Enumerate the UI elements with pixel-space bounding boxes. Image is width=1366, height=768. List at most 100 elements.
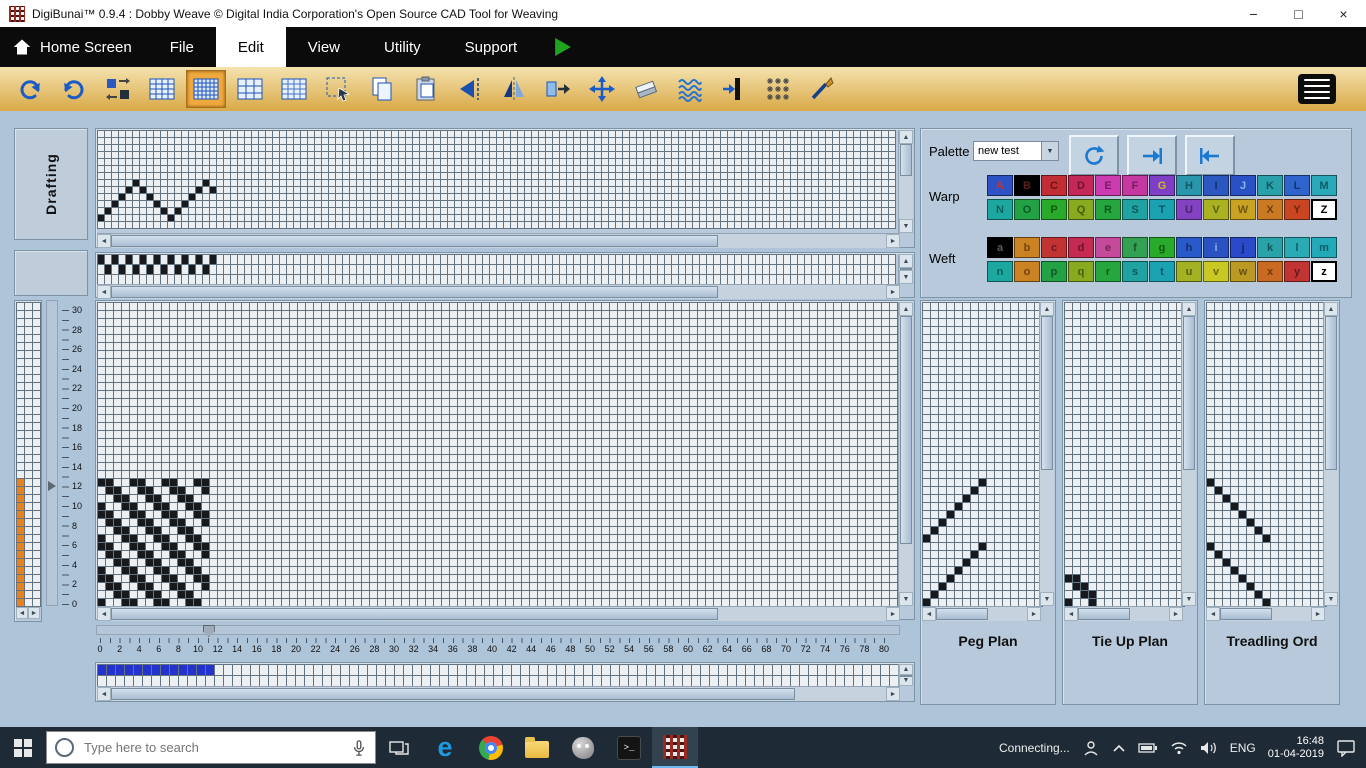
warp-swatch-T[interactable]: T bbox=[1149, 199, 1175, 220]
palette-preset-select[interactable]: new test ▼ bbox=[973, 141, 1059, 161]
image-editor-taskbar-icon[interactable] bbox=[560, 727, 606, 768]
scrollbar-thumb[interactable] bbox=[1183, 316, 1195, 470]
weft-swatch-a[interactable]: a bbox=[987, 237, 1013, 258]
combo-arrow-icon[interactable]: ▼ bbox=[1041, 142, 1058, 160]
scrollbar-track[interactable] bbox=[1220, 607, 1311, 621]
warp-swatch-U[interactable]: U bbox=[1176, 199, 1202, 220]
scrollbar-track[interactable] bbox=[111, 234, 886, 248]
treadling-grid[interactable] bbox=[1206, 302, 1327, 607]
scroll-left-button[interactable]: ◄ bbox=[1206, 607, 1220, 621]
warp-swatch-A[interactable]: A bbox=[987, 175, 1013, 196]
warp-swatch-J[interactable]: J bbox=[1230, 175, 1256, 196]
scroll-down-button[interactable]: ▼ bbox=[1324, 592, 1338, 606]
start-button[interactable] bbox=[0, 727, 46, 768]
weft-swatch-g[interactable]: g bbox=[1149, 237, 1175, 258]
scroll-right-button[interactable]: ► bbox=[886, 607, 900, 621]
scrollbar-thumb[interactable] bbox=[111, 286, 718, 298]
warp-swatch-K[interactable]: K bbox=[1257, 175, 1283, 196]
weft-swatch-s[interactable]: s bbox=[1122, 261, 1148, 282]
shift-right-button[interactable] bbox=[1127, 135, 1177, 176]
menu-item-edit[interactable]: Edit bbox=[216, 27, 286, 67]
warp-swatch-G[interactable]: G bbox=[1149, 175, 1175, 196]
select-area-button[interactable] bbox=[318, 70, 358, 108]
scrollbar-thumb[interactable] bbox=[900, 675, 912, 677]
chrome-taskbar-icon[interactable] bbox=[468, 727, 514, 768]
menu-item-utility[interactable]: Utility bbox=[362, 27, 443, 67]
shift-left-button[interactable] bbox=[1185, 135, 1235, 176]
menu-item-home-screen[interactable]: Home Screen bbox=[0, 27, 148, 67]
scrollbar-track[interactable] bbox=[936, 607, 1027, 621]
warp-swatch-P[interactable]: P bbox=[1041, 199, 1067, 220]
weft-swatch-u[interactable]: u bbox=[1176, 261, 1202, 282]
scrollbar-track[interactable] bbox=[899, 316, 913, 592]
graph-view-3-button[interactable] bbox=[230, 70, 270, 108]
task-view-button[interactable] bbox=[376, 727, 422, 768]
peg-plan-grid[interactable] bbox=[922, 302, 1043, 607]
scroll-up-button[interactable]: ▲ bbox=[899, 130, 913, 144]
weft-swatch-y[interactable]: y bbox=[1284, 261, 1310, 282]
scroll-down-button[interactable]: ▼ bbox=[899, 219, 913, 233]
warp-swatch-V[interactable]: V bbox=[1203, 199, 1229, 220]
horizontal-slider-channel[interactable] bbox=[96, 625, 900, 635]
design-vertical-scrollbar[interactable]: ▲▼ bbox=[898, 302, 913, 606]
scroll-right-button[interactable]: ► bbox=[886, 234, 900, 248]
peg-vertical-scrollbar[interactable]: ▲▼ bbox=[1039, 302, 1054, 606]
weft-swatch-p[interactable]: p bbox=[1041, 261, 1067, 282]
edge-taskbar-icon[interactable]: e bbox=[422, 727, 468, 768]
brush-button[interactable] bbox=[802, 70, 842, 108]
people-icon[interactable] bbox=[1082, 739, 1100, 757]
drafting-horizontal-scrollbar[interactable]: ◄► bbox=[97, 233, 900, 248]
warp-swatch-C[interactable]: C bbox=[1041, 175, 1067, 196]
weft-swatch-b[interactable]: b bbox=[1014, 237, 1040, 258]
weft-selection-grid[interactable] bbox=[16, 302, 41, 607]
threading-grid[interactable] bbox=[97, 254, 896, 285]
design-grid[interactable] bbox=[97, 302, 898, 607]
flip-vertical-button[interactable] bbox=[494, 70, 534, 108]
scroll-down-button[interactable]: ▼ bbox=[899, 592, 913, 606]
drafting-vertical-scrollbar[interactable]: ▲▼ bbox=[898, 130, 913, 233]
weft-swatch-l[interactable]: l bbox=[1284, 237, 1310, 258]
weft-swatch-q[interactable]: q bbox=[1068, 261, 1094, 282]
scrollbar-thumb[interactable] bbox=[1041, 316, 1053, 470]
tieup-plan-grid[interactable] bbox=[1064, 302, 1185, 607]
warp-swatch-L[interactable]: L bbox=[1284, 175, 1310, 196]
warp-swatch-R[interactable]: R bbox=[1095, 199, 1121, 220]
treadling-vertical-scrollbar[interactable]: ▲▼ bbox=[1323, 302, 1338, 606]
close-button[interactable]: × bbox=[1321, 0, 1366, 27]
tieup-horizontal-scrollbar[interactable]: ◄► bbox=[1064, 606, 1183, 621]
scrollbar-track[interactable] bbox=[1182, 316, 1196, 592]
graph-view-1-button[interactable] bbox=[142, 70, 182, 108]
treadling-horizontal-scrollbar[interactable]: ◄► bbox=[1206, 606, 1325, 621]
warp-swatch-Z[interactable]: Z bbox=[1311, 199, 1337, 220]
scroll-left-button[interactable]: ◄ bbox=[16, 607, 28, 619]
scroll-up-button[interactable]: ▲ bbox=[899, 254, 913, 268]
scroll-up-button[interactable]: ▲ bbox=[1324, 302, 1338, 316]
warp-swatch-F[interactable]: F bbox=[1122, 175, 1148, 196]
weft-swatch-o[interactable]: o bbox=[1014, 261, 1040, 282]
clock[interactable]: 16:48 01-04-2019 bbox=[1268, 735, 1324, 761]
weft-swatch-x[interactable]: x bbox=[1257, 261, 1283, 282]
warp-swatch-Y[interactable]: Y bbox=[1284, 199, 1310, 220]
weft-swatch-n[interactable]: n bbox=[987, 261, 1013, 282]
flip-horizontal-button[interactable] bbox=[450, 70, 490, 108]
weft-swatch-f[interactable]: f bbox=[1122, 237, 1148, 258]
weft-swatch-e[interactable]: e bbox=[1095, 237, 1121, 258]
warp-swatch-X[interactable]: X bbox=[1257, 199, 1283, 220]
scroll-up-button[interactable]: ▲ bbox=[1040, 302, 1054, 316]
scrollbar-track[interactable] bbox=[1078, 607, 1169, 621]
warp-swatch-I[interactable]: I bbox=[1203, 175, 1229, 196]
threading-vertical-scrollbar[interactable]: ▲▼ bbox=[898, 254, 913, 284]
weft-swatch-h[interactable]: h bbox=[1176, 237, 1202, 258]
weft-swatch-m[interactable]: m bbox=[1311, 237, 1337, 258]
scrollbar-track[interactable] bbox=[111, 687, 886, 701]
warp-swatch-O[interactable]: O bbox=[1014, 199, 1040, 220]
scroll-down-button[interactable]: ▼ bbox=[1182, 592, 1196, 606]
scrollbar-thumb[interactable] bbox=[1325, 316, 1337, 470]
list-menu-button[interactable] bbox=[1298, 74, 1336, 104]
scroll-left-button[interactable]: ◄ bbox=[1064, 607, 1078, 621]
scroll-down-button[interactable]: ▼ bbox=[899, 270, 913, 284]
menu-item-view[interactable]: View bbox=[286, 27, 362, 67]
weft-swatch-r[interactable]: r bbox=[1095, 261, 1121, 282]
maximize-button[interactable]: □ bbox=[1276, 0, 1321, 27]
scroll-left-button[interactable]: ◄ bbox=[922, 607, 936, 621]
